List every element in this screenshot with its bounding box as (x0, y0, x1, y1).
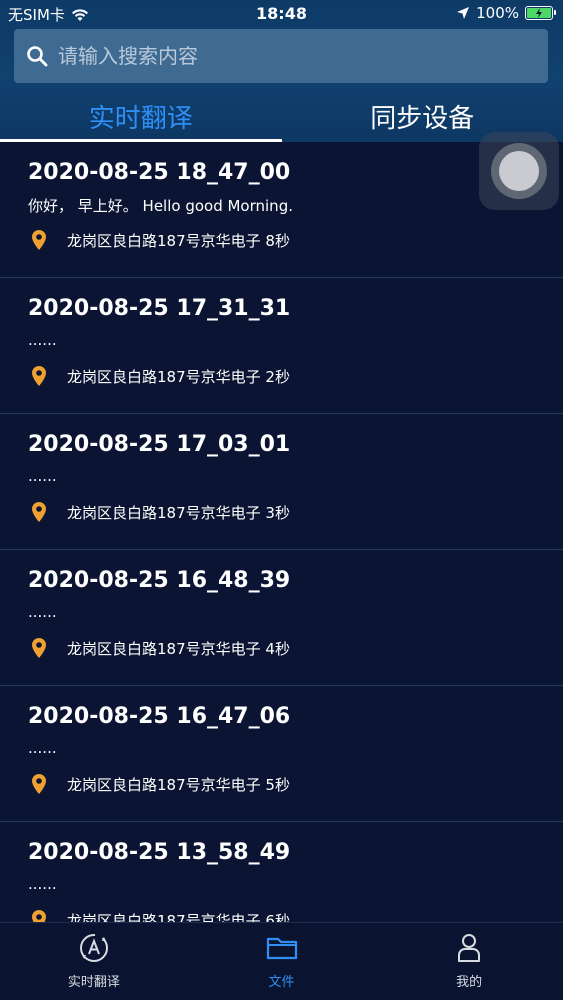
search-bar[interactable] (14, 29, 548, 83)
list-item[interactable]: 2020-08-25 16_48_39 ...... 龙岗区良白路187号京华电… (0, 550, 563, 686)
location-pin-icon (32, 230, 46, 250)
search-icon (27, 46, 48, 67)
location-pin-icon (32, 774, 46, 794)
record-text: ...... (28, 467, 57, 485)
assistive-touch-core (499, 151, 539, 191)
search-input[interactable] (58, 44, 548, 68)
location-pin-icon (32, 366, 46, 386)
record-title: 2020-08-25 16_48_39 (28, 568, 291, 593)
bottom-tab-label: 实时翻译 (67, 975, 120, 990)
record-text: ...... (28, 331, 57, 349)
bottom-tab-realtime-translate[interactable]: 实时翻译 (0, 923, 188, 1000)
record-location: 龙岗区良白路187号京华电子 4秒 (28, 637, 290, 659)
person-icon (458, 934, 481, 962)
location-text: 龙岗区良白路187号京华电子 8秒 (67, 231, 290, 250)
status-right: 100% (456, 4, 556, 22)
assistive-touch-button[interactable] (479, 132, 559, 210)
assistive-touch-ring (491, 143, 547, 199)
location-pin-icon (32, 502, 46, 522)
bottom-tab-bar: 实时翻译 文件 我的 (0, 922, 563, 1000)
tab-realtime-translate[interactable]: 实时翻译 (0, 90, 282, 142)
location-pin-icon (32, 638, 46, 658)
record-title: 2020-08-25 13_58_49 (28, 840, 291, 865)
record-title: 2020-08-25 17_03_01 (28, 432, 291, 457)
list-item[interactable]: 2020-08-25 16_47_06 ...... 龙岗区良白路187号京华电… (0, 686, 563, 822)
record-location: 龙岗区良白路187号京华电子 3秒 (28, 501, 290, 523)
location-arrow-icon (457, 7, 470, 19)
record-title: 2020-08-25 16_47_06 (28, 704, 291, 729)
record-text: ...... (28, 875, 57, 893)
location-text: 龙岗区良白路187号京华电子 5秒 (67, 775, 290, 794)
bottom-tab-mine[interactable]: 我的 (375, 923, 563, 1000)
list-item[interactable]: 2020-08-25 17_31_31 ...... 龙岗区良白路187号京华电… (0, 278, 563, 414)
location-text: 龙岗区良白路187号京华电子 2秒 (67, 367, 290, 386)
record-title: 2020-08-25 17_31_31 (28, 296, 291, 321)
battery-icon (525, 6, 556, 20)
record-text: 你好， 早上好。 Hello good Morning. (28, 197, 293, 215)
top-tabs: 实时翻译 同步设备 (0, 90, 563, 142)
list-item[interactable]: 2020-08-25 13_58_49 ...... 龙岗区良白路187号京华电… (0, 822, 563, 922)
record-location: 龙岗区良白路187号京华电子 5秒 (28, 773, 290, 795)
record-text: ...... (28, 603, 57, 621)
header: 无SIM卡 18:48 100% 请输入搜索内容 实时翻译 同步设备 (0, 0, 563, 142)
record-location: 龙岗区良白路187号京华电子 8秒 (28, 229, 290, 251)
location-text: 龙岗区良白路187号京华电子 3秒 (67, 503, 290, 522)
bottom-tab-label: 文件 (268, 975, 295, 990)
location-text: 龙岗区良白路187号京华电子 6秒 (67, 911, 290, 923)
folder-icon (266, 937, 297, 960)
screen: 无SIM卡 18:48 100% 请输入搜索内容 实时翻译 同步设备 2020-… (0, 0, 563, 1000)
record-title: 2020-08-25 18_47_00 (28, 160, 291, 185)
location-pin-icon (32, 910, 46, 922)
battery-percent: 100% (476, 4, 519, 22)
translate-icon (79, 934, 108, 962)
record-location: 龙岗区良白路187号京华电子 2秒 (28, 365, 290, 387)
list-item[interactable]: 2020-08-25 17_03_01 ...... 龙岗区良白路187号京华电… (0, 414, 563, 550)
bottom-tab-label: 我的 (456, 975, 483, 990)
record-location: 龙岗区良白路187号京华电子 6秒 (28, 909, 290, 922)
bottom-tab-files[interactable]: 文件 (188, 923, 376, 1000)
record-text: ...... (28, 739, 57, 757)
status-bar: 无SIM卡 18:48 100% (0, 0, 563, 28)
location-text: 龙岗区良白路187号京华电子 4秒 (67, 639, 290, 658)
record-list[interactable]: 2020-08-25 18_47_00 你好， 早上好。 Hello good … (0, 142, 563, 922)
